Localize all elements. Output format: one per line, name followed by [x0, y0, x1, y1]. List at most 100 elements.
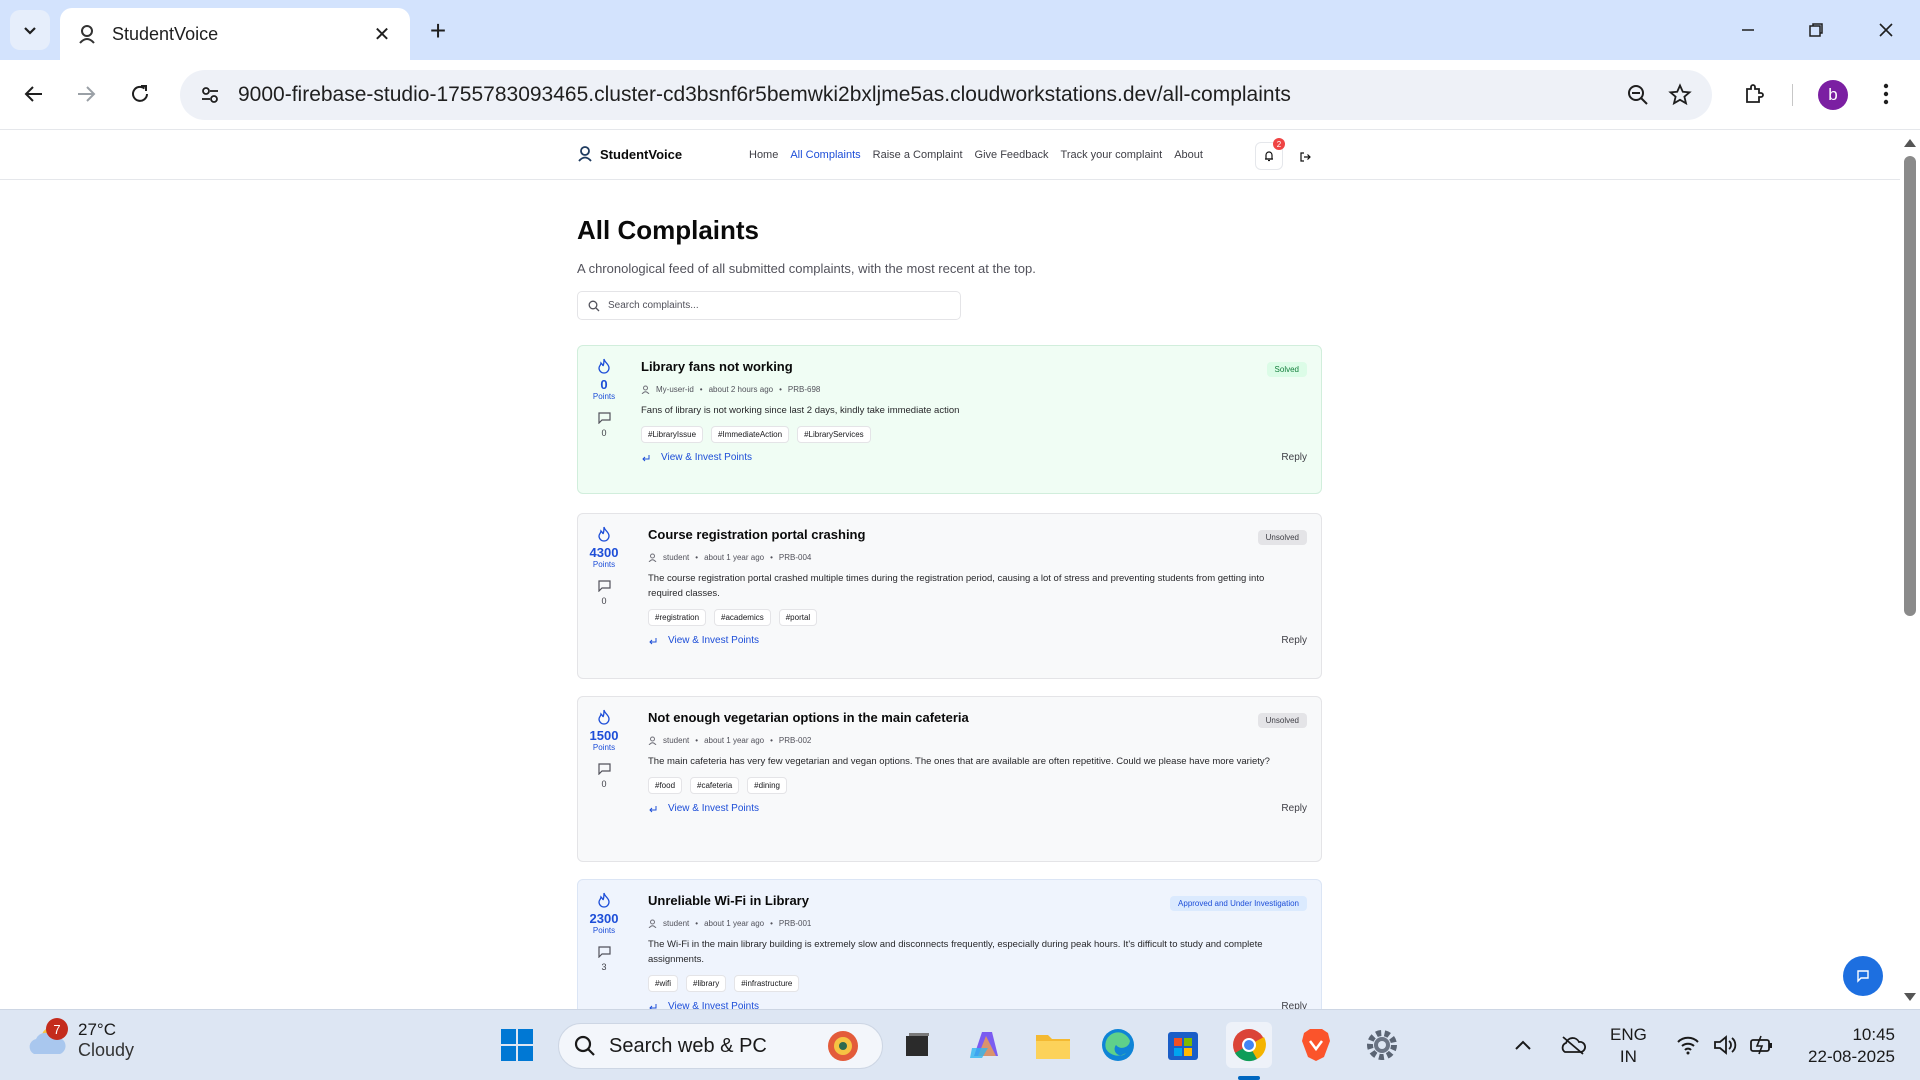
complaint-card[interactable]: 0 Points 0 Library fans not working My-u… [577, 345, 1322, 494]
new-tab-button[interactable]: + [420, 14, 456, 50]
complaint-title[interactable]: Course registration portal crashing [648, 527, 1307, 545]
zoom-icon[interactable] [1626, 83, 1650, 107]
forward-button[interactable] [66, 74, 106, 114]
comment-icon[interactable] [597, 580, 611, 592]
show-hidden-icons-button[interactable] [1503, 1022, 1543, 1068]
tag[interactable]: #wifi [648, 975, 679, 992]
tag[interactable]: #library [686, 975, 727, 992]
store-icon [1168, 1032, 1198, 1060]
extensions-button[interactable] [1734, 74, 1774, 114]
restore-button[interactable] [1792, 12, 1840, 48]
battery-button[interactable] [1742, 1022, 1782, 1068]
reply-button[interactable]: Reply [1281, 635, 1307, 646]
reply-button[interactable]: Reply [1281, 803, 1307, 814]
tag[interactable]: #LibraryServices [797, 426, 871, 443]
volume-button[interactable] [1705, 1022, 1745, 1068]
weather-condition: Cloudy [78, 1040, 135, 1060]
bookmark-star-icon[interactable] [1668, 83, 1692, 107]
reply-button[interactable]: Reply [1281, 452, 1307, 463]
tab-close-icon[interactable]: ✕ [370, 22, 394, 47]
brand-logo[interactable]: StudentVoice [578, 146, 682, 162]
site-info-button[interactable] [186, 71, 234, 119]
view-invest-points-link[interactable]: View & Invest Points [668, 803, 1281, 814]
reload-button[interactable] [120, 74, 160, 114]
bell-icon [1265, 151, 1273, 162]
tab-title: StudentVoice [112, 23, 219, 44]
nav-raise-complaint[interactable]: Raise a Complaint [873, 149, 963, 161]
weather-widget[interactable]: 27°C Cloudy [26, 1020, 134, 1061]
complaint-title[interactable]: Library fans not working [641, 359, 1307, 377]
nav-track-complaint[interactable]: Track your complaint [1061, 149, 1163, 161]
brave-app[interactable] [1293, 1022, 1339, 1068]
comment-icon[interactable] [597, 412, 611, 424]
address-bar[interactable]: 9000-firebase-studio-1755783093465.clust… [180, 70, 1712, 120]
url-text[interactable]: 9000-firebase-studio-1755783093465.clust… [238, 83, 1626, 107]
comment-icon[interactable] [597, 763, 611, 775]
flame-icon[interactable] [597, 709, 611, 725]
chat-button[interactable] [1843, 956, 1883, 996]
tag[interactable]: #registration [648, 609, 707, 626]
tag[interactable]: #cafeteria [690, 777, 740, 794]
page-scrollbar[interactable] [1900, 131, 1920, 1009]
browser-tab[interactable]: StudentVoice ✕ [60, 8, 410, 60]
complaint-card[interactable]: 4300 Points 0 Course registration portal… [577, 513, 1322, 679]
nav-home[interactable]: Home [749, 149, 778, 161]
complaint-title[interactable]: Not enough vegetarian options in the mai… [648, 710, 1307, 728]
file-explorer-app[interactable] [1030, 1022, 1076, 1068]
language-indicator[interactable]: ENG IN [1610, 1024, 1647, 1068]
tag[interactable]: #food [648, 777, 683, 794]
arrow-left-icon [24, 86, 42, 102]
flame-icon[interactable] [597, 526, 611, 542]
complaint-card[interactable]: 1500 Points 0 Not enough vegetarian opti… [577, 696, 1322, 862]
chrome-app[interactable] [1226, 1022, 1272, 1068]
view-invest-points-link[interactable]: View & Invest Points [668, 1001, 1281, 1009]
settings-app[interactable] [1359, 1022, 1405, 1068]
logout-button[interactable] [1295, 147, 1315, 167]
page-title: All Complaints [577, 215, 760, 245]
browser-menu-button[interactable] [1866, 74, 1906, 114]
wifi-button[interactable] [1668, 1022, 1708, 1068]
view-invest-points-link[interactable]: View & Invest Points [661, 452, 1281, 463]
flame-icon[interactable] [597, 358, 611, 374]
start-button[interactable] [494, 1022, 540, 1068]
site-header: StudentVoice Home All Complaints Raise a… [0, 131, 1900, 180]
tag[interactable]: #portal [778, 609, 818, 626]
nav-all-complaints[interactable]: All Complaints [790, 149, 860, 161]
tag[interactable]: #academics [714, 609, 771, 626]
back-button[interactable] [14, 74, 54, 114]
comment-icon[interactable] [597, 946, 611, 958]
search-input[interactable] [608, 300, 948, 311]
points-value: 4300 [589, 545, 619, 560]
system-clock[interactable]: 10:45 22-08-2025 [1795, 1024, 1895, 1068]
edge-app[interactable] [1095, 1022, 1141, 1068]
copilot-app[interactable] [963, 1022, 1009, 1068]
complaint-time: about 1 year ago [704, 552, 765, 562]
scroll-down-arrow-icon[interactable] [1904, 993, 1916, 1001]
task-view-app[interactable] [895, 1022, 941, 1068]
tag[interactable]: #dining [747, 777, 787, 794]
profile-avatar[interactable]: b [1818, 80, 1848, 110]
scroll-thumb[interactable] [1904, 156, 1916, 616]
close-window-button[interactable] [1862, 12, 1910, 48]
nav-about[interactable]: About [1174, 149, 1203, 161]
complaint-content: Library fans not working My-user-id • abo… [641, 359, 1307, 463]
nav-give-feedback[interactable]: Give Feedback [975, 149, 1049, 161]
tag[interactable]: #LibraryIssue [641, 426, 704, 443]
search-box[interactable] [577, 291, 961, 320]
tab-search-button[interactable] [10, 10, 50, 50]
store-app[interactable] [1160, 1022, 1206, 1068]
tag[interactable]: #infrastructure [734, 975, 800, 992]
chat-icon [1857, 970, 1869, 983]
onedrive-button[interactable] [1553, 1022, 1593, 1068]
scroll-up-arrow-icon[interactable] [1904, 139, 1916, 147]
flame-icon[interactable] [597, 892, 611, 908]
folder-icon [1036, 1035, 1070, 1059]
view-invest-points-link[interactable]: View & Invest Points [668, 635, 1281, 646]
reply-button[interactable]: Reply [1281, 1001, 1307, 1009]
taskbar-search[interactable]: Search web & PC [558, 1023, 883, 1069]
tag[interactable]: #ImmediateAction [711, 426, 790, 443]
battery-charging-icon [1750, 1035, 1772, 1055]
complaint-card[interactable]: 2300 Points 3 Unreliable Wi-Fi in Librar… [577, 879, 1322, 1009]
minimize-button[interactable] [1724, 12, 1772, 48]
reply-arrow-icon [649, 805, 657, 812]
